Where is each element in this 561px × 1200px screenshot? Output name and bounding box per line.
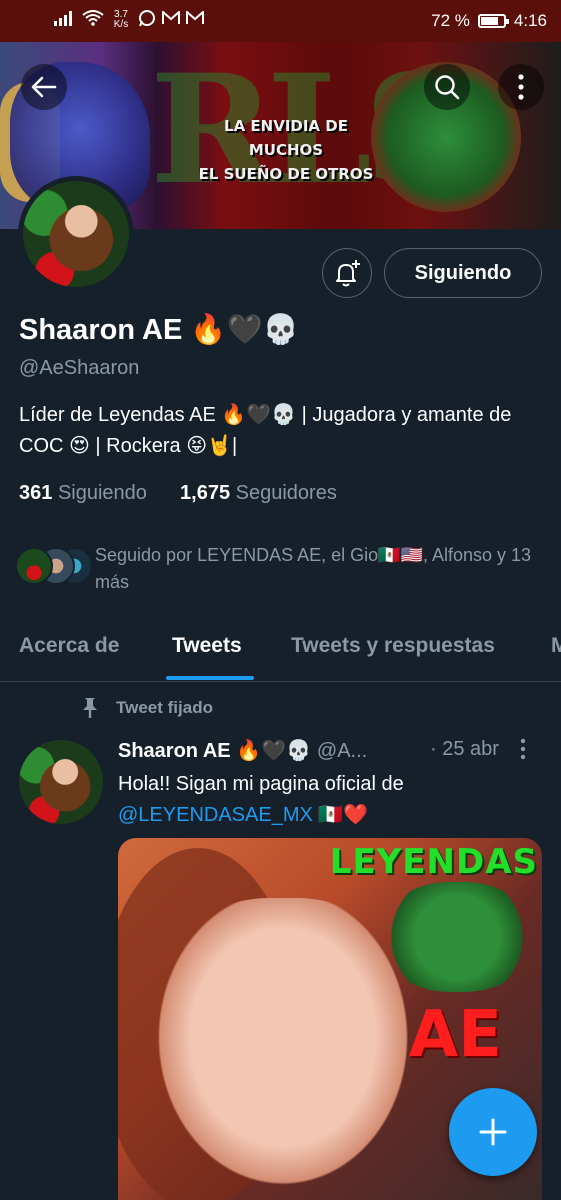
status-bar: 3.7 K/s 72 % 4:16: [0, 0, 561, 42]
followers-label: Seguidores: [235, 482, 337, 504]
tweet-text-line: Hola!! Sigan mi pagina oficial de: [118, 773, 404, 795]
profile-name-emoji: 🔥🖤💀: [190, 312, 299, 346]
signal-icon: [54, 10, 76, 29]
gmail-icon: [186, 9, 204, 28]
battery-percent: 72 %: [431, 11, 470, 30]
followed-by-avatars: [15, 547, 93, 587]
status-right: 72 % 4:16: [431, 11, 547, 31]
tweet-text: Hola!! Sigan mi pagina oficial de @LEYEN…: [118, 769, 543, 831]
wifi-icon: [82, 10, 104, 29]
media-logo-text: LEYENDAS: [329, 842, 538, 882]
banner-slogan-line: EL SUEÑO DE OTROS: [198, 165, 374, 183]
profile-handle: @AeShaaron: [19, 357, 140, 379]
search-button[interactable]: [424, 64, 470, 110]
followed-by[interactable]: Seguido por LEYENDAS AE, el Gio🇲🇽🇺🇸, Alf…: [15, 542, 555, 598]
more-vertical-icon: [518, 74, 524, 100]
status-left: 3.7 K/s: [54, 9, 204, 30]
active-tab-indicator: [166, 676, 254, 680]
followed-by-text: Seguido por LEYENDAS AE, el Gio🇲🇽🇺🇸, Alf…: [95, 545, 532, 592]
more-vertical-icon: [520, 738, 526, 760]
pinned-tweet-label: Tweet fijado: [80, 697, 213, 719]
following-label: Siguiendo: [57, 482, 147, 504]
follow-counts: 361 Siguiendo 1,675 Seguidores: [19, 482, 337, 505]
clock: 4:16: [513, 11, 547, 30]
more-options-button[interactable]: [498, 64, 544, 110]
followers-count: 1,675: [180, 482, 231, 504]
back-button[interactable]: [21, 64, 67, 110]
tab-tweets[interactable]: Tweets: [172, 634, 242, 658]
tweet-author-name: Shaaron AE 🔥🖤💀: [118, 740, 311, 762]
arrow-left-icon: [31, 76, 57, 98]
search-icon: [435, 75, 460, 100]
plus-icon: [479, 1118, 507, 1146]
media-ae-text: AE: [408, 998, 502, 1072]
banner-slogan-line: LA ENVIDIA DE MUCHOS: [224, 117, 348, 159]
tab-about[interactable]: Acerca de: [19, 634, 119, 658]
whatsapp-icon: [138, 9, 156, 30]
tweet-date: · 25 abr: [430, 738, 499, 760]
compose-tweet-button[interactable]: [449, 1088, 537, 1176]
gmail-icon: [162, 9, 180, 28]
following-link[interactable]: 361 Siguiendo: [19, 482, 147, 504]
media-art: [382, 882, 532, 992]
profile-name-text: Shaaron AE: [19, 314, 183, 346]
notifications-button[interactable]: [322, 248, 372, 298]
tweet-text-emoji: 🇲🇽❤️: [312, 804, 369, 826]
bell-plus-icon: [336, 260, 360, 287]
tweet-avatar[interactable]: [19, 740, 103, 824]
banner-slogan: LA ENVIDIA DE MUCHOS EL SUEÑO DE OTROS: [186, 114, 386, 186]
tab-media[interactable]: M: [551, 634, 561, 658]
battery-icon: [477, 14, 509, 28]
avatar-image: [23, 181, 129, 287]
pinned-label-text: Tweet fijado: [116, 698, 213, 717]
tweet-mention-link[interactable]: @LEYENDASAE_MX: [118, 804, 313, 826]
tweet-more-button[interactable]: [520, 738, 540, 762]
avatar: [15, 547, 53, 585]
tweet-text-line: @LEYENDASAE_MX 🇲🇽❤️: [118, 800, 543, 831]
following-button[interactable]: Siguiendo: [384, 248, 542, 298]
tab-tweets-replies[interactable]: Tweets y respuestas: [291, 634, 495, 658]
profile-bio: Líder de Leyendas AE 🔥🖤💀 | Jugadora y am…: [19, 404, 512, 457]
network-speed: 3.7 K/s: [113, 8, 129, 30]
profile-tabs: Acerca de Tweets Tweets y respuestas M: [0, 618, 561, 682]
following-count: 361: [19, 482, 53, 504]
profile-name: Shaaron AE 🔥🖤💀: [19, 312, 299, 347]
followers-link[interactable]: 1,675 Seguidores: [180, 482, 337, 504]
tweet-author-handle: @A...: [316, 740, 368, 762]
tweet-header: Shaaron AE 🔥🖤💀 @A... · 25 abr: [118, 738, 548, 763]
profile-avatar[interactable]: [18, 176, 134, 292]
pin-icon: [83, 698, 97, 718]
